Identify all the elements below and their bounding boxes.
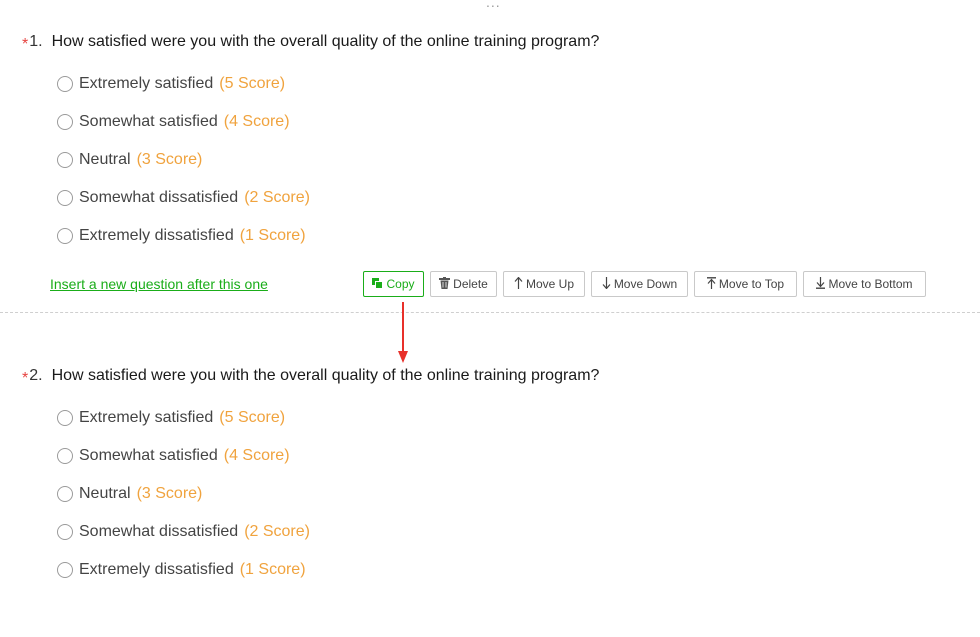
radio-button[interactable] (57, 190, 73, 206)
radio-button[interactable] (57, 410, 73, 426)
option-score: (2 Score) (244, 523, 310, 540)
option-neutral[interactable]: Neutral (3 Score) (57, 141, 310, 179)
option-score: (4 Score) (223, 113, 290, 130)
annotation-arrow-icon (398, 302, 408, 363)
required-asterisk: * (22, 36, 29, 53)
move-down-button[interactable]: Move Down (591, 271, 688, 297)
radio-button[interactable] (57, 228, 73, 244)
arrow-up-icon (514, 276, 523, 291)
top-ellipsis: ... (486, 0, 501, 10)
copy-icon (372, 277, 384, 291)
radio-button[interactable] (57, 486, 73, 502)
option-score: (5 Score) (219, 409, 286, 426)
question-divider (0, 312, 980, 313)
option-label: Somewhat dissatisfied (79, 523, 239, 540)
question-action-bar: Insert a new question after this one Cop… (0, 270, 980, 298)
copy-button[interactable]: Copy (363, 271, 424, 297)
move-to-top-label: Move to Top (718, 277, 785, 291)
option-label: Neutral (79, 485, 131, 502)
question-title: * 2. How satisfied were you with the ove… (22, 367, 600, 387)
option-label: Somewhat satisfied (79, 113, 218, 130)
option-label: Neutral (79, 151, 131, 168)
options-list: Extremely satisfied (5 Score) Somewhat s… (57, 65, 310, 255)
move-up-label: Move Up (525, 277, 575, 291)
radio-button[interactable] (57, 448, 73, 464)
radio-button[interactable] (57, 76, 73, 92)
option-label: Extremely satisfied (79, 409, 214, 426)
radio-button[interactable] (57, 114, 73, 130)
option-somewhat-dissatisfied[interactable]: Somewhat dissatisfied (2 Score) (57, 179, 310, 217)
option-score: (3 Score) (136, 151, 203, 168)
option-extremely-satisfied[interactable]: Extremely satisfied (5 Score) (57, 65, 310, 103)
radio-button[interactable] (57, 524, 73, 540)
radio-button[interactable] (57, 562, 73, 578)
radio-button[interactable] (57, 152, 73, 168)
insert-question-link[interactable]: Insert a new question after this one (50, 276, 268, 292)
option-score: (2 Score) (244, 189, 310, 206)
option-neutral[interactable]: Neutral (3 Score) (57, 475, 310, 513)
delete-label: Delete (453, 277, 488, 291)
trash-icon (439, 277, 451, 291)
option-somewhat-satisfied[interactable]: Somewhat satisfied (4 Score) (57, 437, 310, 475)
option-label: Extremely satisfied (79, 75, 214, 92)
option-somewhat-dissatisfied[interactable]: Somewhat dissatisfied (2 Score) (57, 513, 310, 551)
move-down-label: Move Down (613, 277, 678, 291)
option-score: (3 Score) (136, 485, 203, 502)
move-to-top-button[interactable]: Move to Top (694, 271, 797, 297)
option-extremely-dissatisfied[interactable]: Extremely dissatisfied (1 Score) (57, 551, 310, 589)
arrow-down-icon (602, 277, 611, 291)
option-score: (5 Score) (219, 75, 286, 92)
option-score: (1 Score) (239, 227, 306, 244)
move-to-bottom-icon (816, 277, 826, 291)
option-label: Somewhat dissatisfied (79, 189, 239, 206)
move-to-bottom-button[interactable]: Move to Bottom (803, 271, 926, 297)
delete-button[interactable]: Delete (430, 271, 497, 297)
options-list: Extremely satisfied (5 Score) Somewhat s… (57, 399, 310, 589)
copy-label: Copy (386, 277, 415, 291)
move-to-bottom-label: Move to Bottom (828, 277, 913, 291)
required-asterisk: * (22, 370, 29, 387)
question-text: How satisfied were you with the overall … (51, 367, 600, 384)
option-extremely-dissatisfied[interactable]: Extremely dissatisfied (1 Score) (57, 217, 310, 255)
question-number: 1. (29, 33, 43, 50)
option-extremely-satisfied[interactable]: Extremely satisfied (5 Score) (57, 399, 310, 437)
option-label: Extremely dissatisfied (79, 561, 234, 578)
option-score: (4 Score) (223, 447, 290, 464)
option-somewhat-satisfied[interactable]: Somewhat satisfied (4 Score) (57, 103, 310, 141)
question-number: 2. (29, 367, 43, 384)
question-text: How satisfied were you with the overall … (51, 33, 600, 50)
move-up-button[interactable]: Move Up (503, 271, 585, 297)
option-score: (1 Score) (239, 561, 306, 578)
option-label: Extremely dissatisfied (79, 227, 234, 244)
option-label: Somewhat satisfied (79, 447, 218, 464)
question-title: * 1. How satisfied were you with the ove… (22, 33, 600, 53)
move-to-top-icon (706, 277, 716, 291)
